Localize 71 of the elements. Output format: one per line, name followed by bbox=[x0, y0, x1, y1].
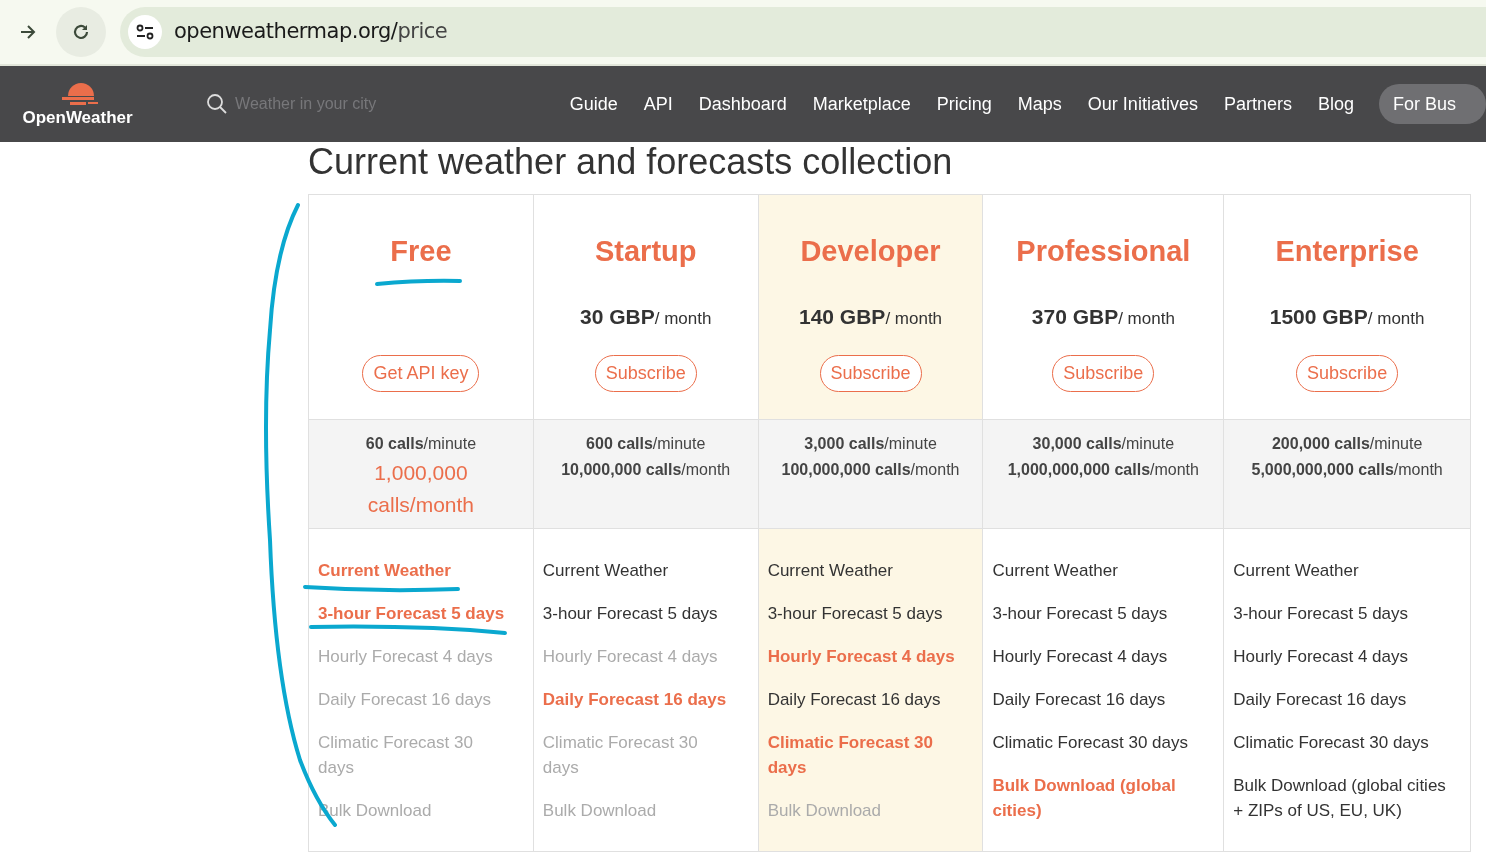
plan-price: 370 GBP bbox=[1031, 304, 1119, 330]
reload-button[interactable] bbox=[56, 7, 106, 57]
feature-item: Daily Forecast 16 days bbox=[767, 689, 942, 711]
feature-item: Hourly Forecast 4 days bbox=[767, 646, 956, 668]
feature-item: Daily Forecast 16 days bbox=[318, 689, 492, 711]
nav-link[interactable]: Pricing bbox=[936, 90, 992, 118]
plan-name: Free bbox=[390, 235, 452, 267]
nav-link[interactable]: API bbox=[643, 90, 673, 118]
feature-item: Climatic Forecast 30 days bbox=[767, 732, 934, 779]
feature-item: Hourly Forecast 4 days bbox=[542, 646, 719, 668]
calls-per-minute: 3,000 calls/minute bbox=[804, 434, 937, 454]
calls-per-minute: 200,000 calls/minute bbox=[1271, 434, 1423, 454]
feature-item: Bulk Download bbox=[767, 800, 883, 822]
search-icon bbox=[206, 93, 229, 115]
plan-name: Enterprise bbox=[1275, 235, 1419, 267]
nav-link[interactable]: Dashboard bbox=[698, 90, 787, 118]
feature-item: Climatic Forecast 30 days bbox=[992, 732, 1189, 754]
feature-item: Daily Forecast 16 days bbox=[992, 689, 1167, 711]
feature-item: Hourly Forecast 4 days bbox=[318, 646, 494, 668]
calls-per-minute: 60 calls/minute bbox=[365, 434, 477, 454]
feature-item: Climatic Forecast 30 days bbox=[1233, 732, 1430, 754]
plan-name: Startup bbox=[594, 235, 697, 267]
plan-price: 140 GBP bbox=[799, 304, 886, 330]
feature-item: Current Weather bbox=[318, 560, 452, 582]
plan-name: Developer bbox=[800, 235, 941, 267]
feature-item: 3-hour Forecast 5 days bbox=[1233, 603, 1410, 625]
for-business-button[interactable]: For Bus bbox=[1378, 84, 1486, 124]
feature-item: 3-hour Forecast 5 days bbox=[318, 603, 506, 625]
url-text: openweathermap.org/price bbox=[174, 18, 448, 46]
nav-link[interactable]: Our Initiatives bbox=[1087, 90, 1198, 118]
feature-item: 3-hour Forecast 5 days bbox=[992, 603, 1169, 625]
price-unit: / month bbox=[654, 308, 712, 330]
plan-name: Professional bbox=[1016, 235, 1191, 267]
nav-link[interactable]: Guide bbox=[569, 90, 618, 118]
feature-item: Current Weather bbox=[992, 560, 1119, 582]
logo-sun-icon bbox=[61, 80, 100, 108]
nav-link[interactable]: Marketplace bbox=[812, 90, 911, 118]
plan-price: 1500 GBP bbox=[1269, 304, 1368, 330]
feature-item: 3-hour Forecast 5 days bbox=[767, 603, 944, 625]
calls-per-month: 10,000,000 calls/month bbox=[561, 460, 731, 480]
logo-text[interactable]: OpenWeather bbox=[22, 108, 133, 128]
feature-item: Hourly Forecast 4 days bbox=[992, 646, 1169, 668]
calls-per-minute: 600 calls/minute bbox=[586, 434, 706, 454]
feature-item: Hourly Forecast 4 days bbox=[1233, 646, 1410, 668]
site-settings-icon[interactable] bbox=[135, 22, 155, 42]
nav-link[interactable]: Partners bbox=[1223, 90, 1292, 118]
feature-item: Bulk Download (global cities + ZIPs of US, EU, UK) bbox=[1233, 775, 1446, 822]
feature-item: Daily Forecast 16 days bbox=[542, 689, 728, 711]
price-unit: / month bbox=[1118, 308, 1175, 330]
price-unit: / month bbox=[885, 308, 943, 330]
nav-link[interactable]: Maps bbox=[1017, 90, 1062, 118]
price-unit: / month bbox=[1367, 308, 1425, 330]
calls-per-month: 1,000,000 calls/month bbox=[366, 460, 475, 518]
reload-icon bbox=[71, 22, 91, 42]
calls-per-month: 100,000,000 calls/month bbox=[781, 460, 960, 480]
feature-item: Bulk Download bbox=[542, 800, 658, 822]
nav-link[interactable]: Blog bbox=[1317, 90, 1354, 118]
address-bar[interactable]: openweathermap.org/price bbox=[120, 7, 1486, 57]
feature-item: Bulk Download (global cities) bbox=[992, 775, 1177, 822]
calls-per-month: 5,000,000,000 calls/month bbox=[1251, 460, 1443, 480]
feature-item: Climatic Forecast 30 days bbox=[542, 732, 699, 779]
calls-per-minute: 30,000 calls/minute bbox=[1032, 434, 1175, 454]
plan-price: 30 GBP bbox=[580, 304, 655, 330]
calls-per-month: 1,000,000,000 calls/month bbox=[1007, 460, 1199, 480]
page-heading: Current weather and forecasts collection bbox=[308, 141, 954, 184]
feature-item: Current Weather bbox=[542, 560, 670, 582]
feature-item: 3-hour Forecast 5 days bbox=[542, 603, 719, 625]
feature-item: Current Weather bbox=[767, 560, 894, 582]
feature-item: Current Weather bbox=[1233, 560, 1360, 582]
feature-item: Daily Forecast 16 days bbox=[1233, 689, 1408, 711]
feature-item: Climatic Forecast 30 days bbox=[318, 732, 474, 779]
